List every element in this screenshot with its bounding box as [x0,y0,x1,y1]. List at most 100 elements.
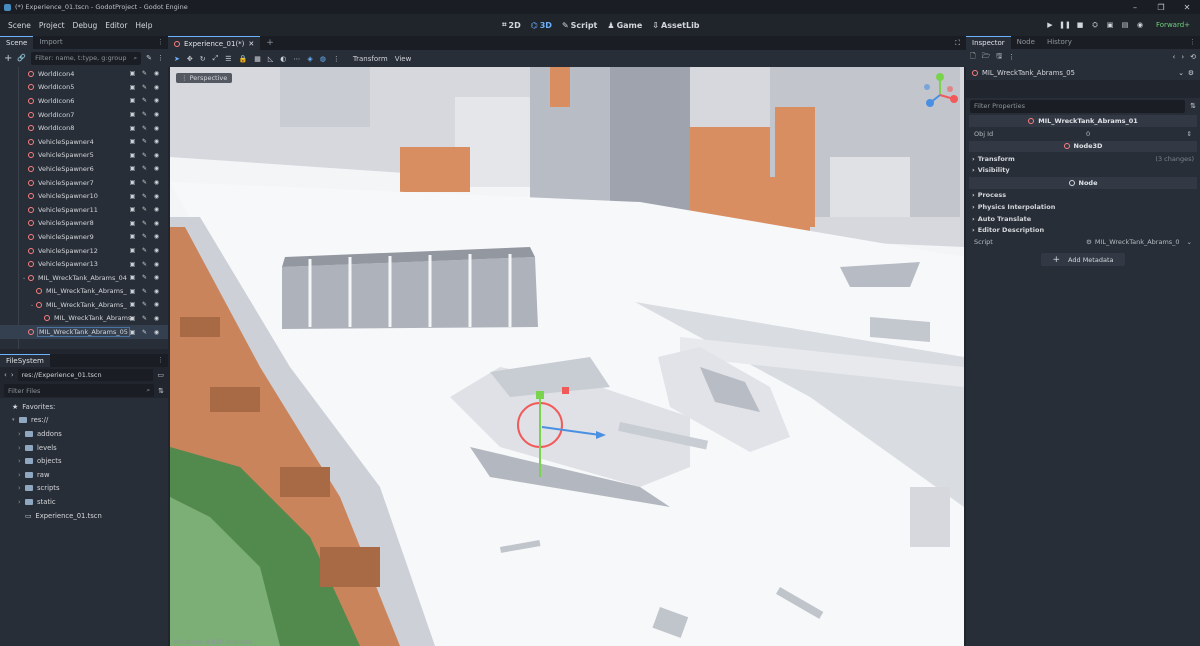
group-process[interactable]: › Process [966,190,1200,202]
scene-tree-row[interactable]: VehicleSpawner9 ▣ ✎ ◉ [0,230,168,244]
tab-node[interactable]: Node [1011,36,1041,49]
add-metadata-button[interactable]: + Add Metadata [1041,253,1125,267]
back-icon[interactable]: ‹ [4,371,7,379]
scene-instance-icon[interactable]: ▣ [129,125,136,132]
obj-id-field[interactable]: 0 [1086,130,1090,138]
group-physics-interpolation[interactable]: › Physics Interpolation [966,201,1200,213]
play-icon[interactable]: ▶ [1046,21,1054,29]
dock-menu-icon[interactable]: ⋮ [157,36,168,49]
scene-instance-icon[interactable]: ▣ [129,288,136,295]
mode-assetlib-button[interactable]: ⇩ AssetLib [652,21,699,30]
object-tools-icon[interactable]: ⚙ [1188,69,1194,77]
visibility-eye-icon[interactable]: ◉ [153,288,160,295]
mode-3d-button[interactable]: ⌬ 3D [531,21,552,30]
scene-instance-icon[interactable]: ▣ [129,111,136,118]
visibility-eye-icon[interactable]: ◉ [153,111,160,118]
scene-instance-icon[interactable]: ▣ [129,315,136,322]
save-resource-icon[interactable]: 🖫 [996,52,1002,63]
menu-scene[interactable]: Scene [4,21,35,30]
script-icon[interactable]: ✎ [141,152,148,159]
minimize-icon[interactable]: – [1122,0,1148,14]
scene-instance-icon[interactable]: ▣ [129,301,136,308]
scene-filter-input[interactable]: Filter: name, t:type, g:group ⌕ [31,51,142,65]
new-tab-icon[interactable]: + [260,36,280,50]
tab-inspector[interactable]: Inspector [966,36,1011,49]
script-icon[interactable]: ✎ [141,97,148,104]
group-visibility[interactable]: › Visibility [966,165,1200,177]
resource-menu-icon[interactable]: ⋮ [1008,53,1015,61]
scene-menu-icon[interactable]: ⋮ [157,54,164,62]
folder-row[interactable]: › raw [18,468,168,482]
attach-script-icon[interactable]: ✎ [146,54,152,62]
history-forward-icon[interactable]: › [1181,53,1184,61]
script-icon[interactable]: ✎ [141,220,148,227]
ruler-icon[interactable]: ◺ [268,55,273,63]
play-custom-icon[interactable]: ▤ [1121,21,1129,29]
split-view-icon[interactable]: ▭ [157,371,164,379]
folder-row[interactable]: › scripts [18,482,168,496]
visibility-eye-icon[interactable]: ◉ [153,315,160,322]
scene-tree-row[interactable]: MIL_WreckTank_Abrams ▣ ✎ ◉ [0,312,168,326]
lock-icon[interactable]: 🔒 [239,55,248,63]
script-icon[interactable]: ✎ [141,193,148,200]
mode-game-button[interactable]: ♟ Game [607,21,642,30]
mode-2d-button[interactable]: ⌗ 2D [502,20,521,30]
scene-tree-row[interactable]: VehicleSpawner13 ▣ ✎ ◉ [0,257,168,271]
history-back-icon[interactable]: ‹ [1173,53,1176,61]
movie-icon[interactable]: ◉ [1136,21,1144,29]
tab-history[interactable]: History [1041,36,1078,49]
tab-filesystem[interactable]: FileSystem [0,354,50,367]
script-icon[interactable]: ✎ [141,247,148,254]
view-menu[interactable]: View [395,55,412,63]
visibility-eye-icon[interactable]: ◉ [153,233,160,240]
scene-tree-row[interactable]: WorldIcon8 ▣ ✎ ◉ [0,121,168,135]
tab-import[interactable]: Import [33,36,68,49]
script-icon[interactable]: ✎ [141,301,148,308]
forward-icon[interactable]: › [11,371,14,379]
script-icon[interactable]: ✎ [141,261,148,268]
script-icon[interactable]: ✎ [141,165,148,172]
object-selector[interactable]: MIL_WreckTank_Abrams_05 ⌄ ⚙ [966,65,1200,80]
local-space-icon[interactable]: ◐ [280,55,286,63]
script-icon[interactable]: ✎ [141,274,148,281]
script-icon[interactable]: ✎ [141,138,148,145]
group-auto-translate[interactable]: › Auto Translate [966,213,1200,225]
scene-instance-icon[interactable]: ▣ [129,220,136,227]
renderer-select[interactable]: Forward+ [1156,14,1190,36]
scene-tree-row[interactable]: VehicleSpawner7 ▣ ✎ ◉ [0,176,168,190]
scene-instance-icon[interactable]: ▣ [129,247,136,254]
selectable-list-icon[interactable]: ☰ [225,55,231,63]
visibility-eye-icon[interactable]: ◉ [153,179,160,186]
distraction-free-icon[interactable]: ⛶ [955,36,966,50]
scene-tree-row[interactable]: VehicleSpawner5 ▣ ✎ ◉ [0,149,168,163]
scene-instance-icon[interactable]: ▣ [129,152,136,159]
script-icon[interactable]: ✎ [141,70,148,77]
scene-instance-icon[interactable]: ▣ [129,261,136,268]
scene-tree-row[interactable]: ⌄ MIL_WreckTank_Abrams_ ▣ ✎ ◉ [0,298,168,312]
favorites-row[interactable]: ★ Favorites: [12,400,168,414]
add-node-icon[interactable]: + [4,53,12,64]
scene-instance-icon[interactable]: ▣ [129,233,136,240]
folder-row[interactable]: › addons [18,427,168,441]
file-row[interactable]: ▭ Experience_01.tscn [12,509,168,523]
stop-icon[interactable]: ■ [1076,21,1084,29]
toolbar-menu-icon[interactable]: ⋮ [333,55,340,63]
folder-row[interactable]: › objects [18,454,168,468]
scene-instance-icon[interactable]: ▣ [129,193,136,200]
spinner-icon[interactable]: ⇕ [1187,130,1192,138]
visibility-eye-icon[interactable]: ◉ [153,125,160,132]
property-sort-icon[interactable]: ⇅ [1190,102,1196,110]
scene-instance-icon[interactable]: ▣ [129,70,136,77]
scene-tree-row[interactable]: WorldIcon6 ▣ ✎ ◉ [0,94,168,108]
visibility-eye-icon[interactable]: ◉ [153,206,160,213]
mode-script-button[interactable]: ✎ Script [562,21,597,30]
scene-tree-row[interactable]: WorldIcon5 ▣ ✎ ◉ [0,81,168,95]
scene-instance-icon[interactable]: ▣ [129,84,136,91]
sort-icon[interactable]: ⇅ [158,387,164,395]
pause-icon[interactable]: ❚❚ [1059,21,1071,29]
visibility-eye-icon[interactable]: ◉ [153,138,160,145]
close-tab-icon[interactable]: ✕ [248,40,254,48]
group-transform[interactable]: › Transform (3 changes) [966,153,1200,165]
tab-scene[interactable]: Scene [0,36,34,49]
move-tool-icon[interactable]: ✥ [187,55,193,63]
